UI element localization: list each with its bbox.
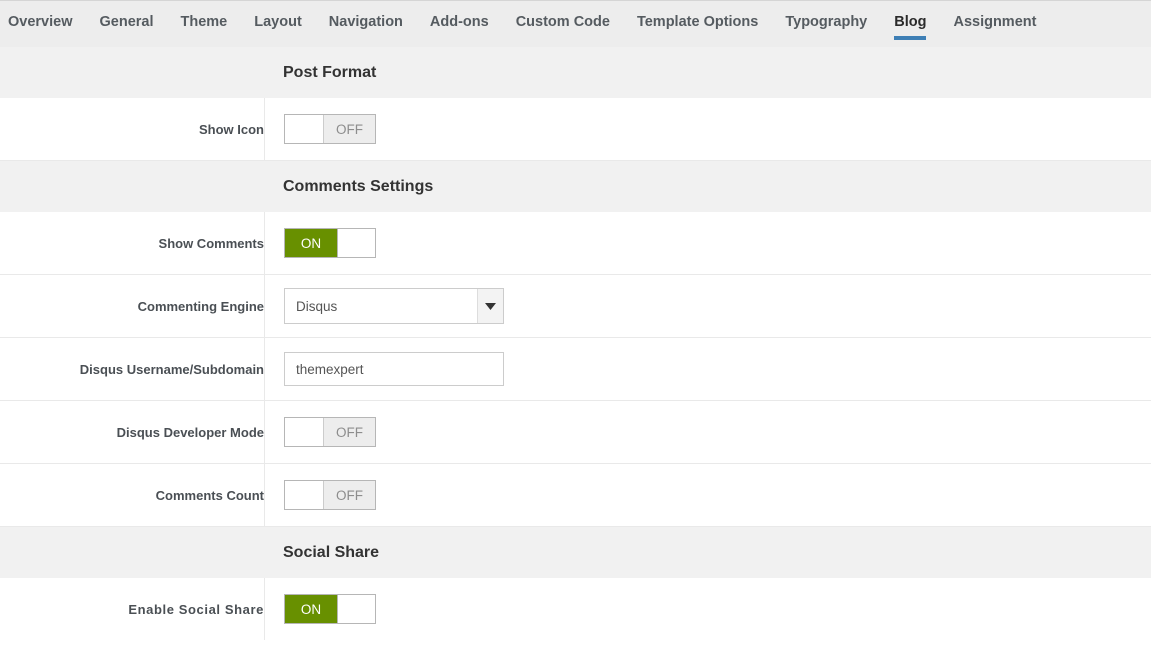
tab-custom-code[interactable]: Custom Code <box>516 1 637 47</box>
row-control-show-comments: ON <box>264 212 1151 274</box>
toggle-comments-count[interactable]: OFF <box>284 480 376 510</box>
toggle-disqus-developer-mode[interactable]: OFF <box>284 417 376 447</box>
tab-custom-code-label: Custom Code <box>516 14 610 30</box>
tab-navigation[interactable]: Navigation <box>329 1 430 47</box>
row-disqus-username: Disqus Username/Subdomain <box>0 338 1151 401</box>
tab-overview-label: Overview <box>8 14 73 30</box>
section-header-comments-settings: Comments Settings <box>0 161 1151 212</box>
row-enable-social-share: Enable Social Share ON <box>0 578 1151 640</box>
toggle-show-comments[interactable]: ON <box>284 228 376 258</box>
row-control-disqus-username <box>264 338 1151 400</box>
tab-typography[interactable]: Typography <box>785 1 894 47</box>
row-label-comments-count: Comments Count <box>0 488 264 503</box>
tab-blog[interactable]: Blog <box>894 1 953 47</box>
select-commenting-engine[interactable]: Disqus <box>284 288 504 324</box>
row-commenting-engine: Commenting Engine Disqus <box>0 275 1151 338</box>
toggle-knob <box>285 115 323 143</box>
row-control-enable-social-share: ON <box>264 578 1151 640</box>
settings-tab-bar: Overview General Theme Layout Navigation… <box>0 0 1151 47</box>
section-header-post-format: Post Format <box>0 47 1151 98</box>
tab-template-options-label: Template Options <box>637 14 758 30</box>
tab-overview[interactable]: Overview <box>8 1 100 47</box>
row-control-commenting-engine: Disqus <box>264 275 1151 337</box>
tab-assignment[interactable]: Assignment <box>953 1 1063 47</box>
row-label-commenting-engine: Commenting Engine <box>0 299 264 314</box>
section-header-social-share: Social Share <box>0 527 1151 578</box>
tab-navigation-label: Navigation <box>329 14 403 30</box>
tab-general-label: General <box>100 14 154 30</box>
chevron-down-icon[interactable] <box>477 289 503 323</box>
toggle-state-label: OFF <box>323 481 375 509</box>
row-label-disqus-developer-mode: Disqus Developer Mode <box>0 425 264 440</box>
toggle-state-label: ON <box>285 229 337 257</box>
row-disqus-developer-mode: Disqus Developer Mode OFF <box>0 401 1151 464</box>
toggle-enable-social-share[interactable]: ON <box>284 594 376 624</box>
row-label-show-comments: Show Comments <box>0 236 264 251</box>
tab-template-options[interactable]: Template Options <box>637 1 785 47</box>
select-commenting-engine-value: Disqus <box>285 289 477 323</box>
tab-layout[interactable]: Layout <box>254 1 329 47</box>
row-control-show-icon: OFF <box>264 98 1151 160</box>
row-show-comments: Show Comments ON <box>0 212 1151 275</box>
toggle-state-label: OFF <box>323 418 375 446</box>
tab-typography-label: Typography <box>785 14 867 30</box>
tab-theme[interactable]: Theme <box>181 1 255 47</box>
row-comments-count: Comments Count OFF <box>0 464 1151 527</box>
toggle-state-label: OFF <box>323 115 375 143</box>
toggle-knob <box>337 229 375 257</box>
tab-add-ons-label: Add-ons <box>430 14 489 30</box>
disqus-username-input[interactable] <box>284 352 504 386</box>
tab-theme-label: Theme <box>181 14 228 30</box>
row-control-disqus-developer-mode: OFF <box>264 401 1151 463</box>
row-label-disqus-username: Disqus Username/Subdomain <box>0 362 264 377</box>
row-label-enable-social-share: Enable Social Share <box>0 602 264 617</box>
active-tab-indicator <box>894 36 926 40</box>
section-title: Social Share <box>283 544 379 562</box>
row-control-comments-count: OFF <box>264 464 1151 526</box>
tab-blog-label: Blog <box>894 14 926 30</box>
tab-general[interactable]: General <box>100 1 181 47</box>
row-show-icon: Show Icon OFF <box>0 98 1151 161</box>
tab-assignment-label: Assignment <box>953 14 1036 30</box>
toggle-knob <box>285 481 323 509</box>
toggle-knob <box>337 595 375 623</box>
tab-layout-label: Layout <box>254 14 302 30</box>
toggle-knob <box>285 418 323 446</box>
toggle-show-icon[interactable]: OFF <box>284 114 376 144</box>
row-label-show-icon: Show Icon <box>0 122 264 137</box>
tab-add-ons[interactable]: Add-ons <box>430 1 516 47</box>
toggle-state-label: ON <box>285 595 337 623</box>
section-title: Post Format <box>283 64 376 82</box>
section-title: Comments Settings <box>283 178 433 196</box>
